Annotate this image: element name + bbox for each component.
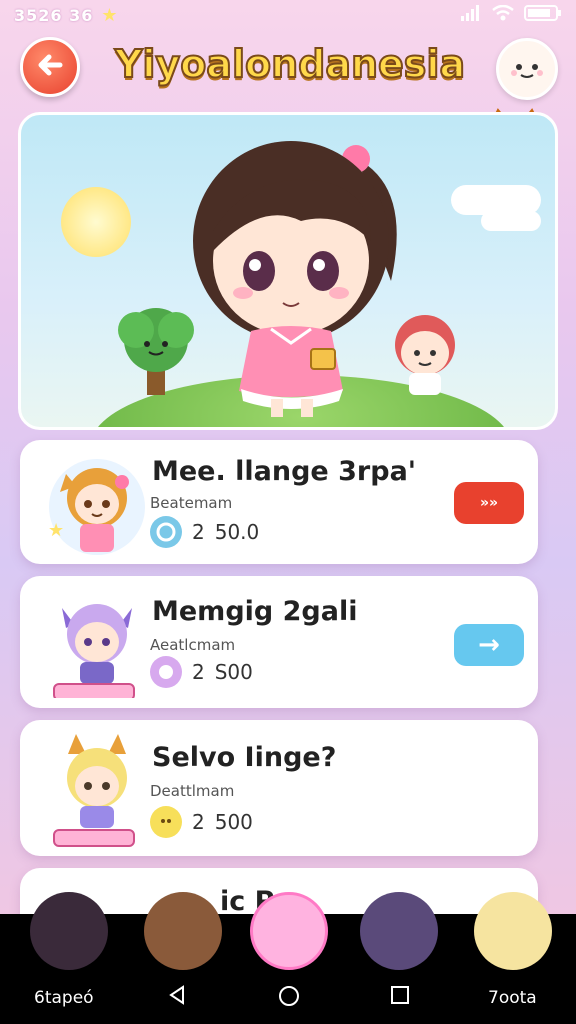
score-value: 50.0 [214, 520, 260, 544]
back-button[interactable] [20, 37, 80, 97]
card-score: 2 50.0 [150, 516, 259, 548]
double-arrow-button[interactable]: »» [454, 482, 524, 524]
status-time: 3526 36 [14, 5, 94, 25]
wifi-icon [492, 4, 514, 25]
score-prefix: 2 [192, 810, 205, 834]
small-chibi-character [385, 311, 465, 405]
character-tab-2[interactable] [144, 892, 222, 970]
coin-icon [150, 806, 182, 838]
home-circle-icon[interactable] [277, 984, 301, 1012]
chibi-girl-character [171, 121, 421, 425]
arrow-right-icon: → [478, 630, 500, 660]
nav-right-label[interactable]: 7oota [488, 988, 537, 1008]
arrow-left-icon [34, 49, 66, 85]
star-icon: ★ [101, 4, 118, 26]
status-bar: 3526 36 ★ [0, 0, 576, 30]
back-triangle-icon[interactable] [166, 984, 188, 1010]
card-title: Selvo Iinge? [152, 742, 337, 773]
svg-text:★: ★ [48, 520, 64, 541]
list-item[interactable]: Memgig 2gali Aeatlcmam 2 S00 → [20, 576, 538, 708]
card-score: 2 500 [150, 806, 253, 838]
smiley-face-icon [499, 64, 555, 101]
header: Yiyoalondanesia [0, 34, 576, 104]
score-value: S00 [214, 660, 253, 684]
recents-square-icon[interactable] [389, 984, 411, 1010]
list-item[interactable]: Selvo Iinge? Deattlmam 2 500 [20, 720, 538, 856]
nav-left-label[interactable]: 6tapeó [34, 988, 94, 1008]
character-tab-3[interactable] [250, 892, 328, 970]
lavender-chibi-avatar [42, 588, 152, 701]
character-tab-5[interactable] [474, 892, 552, 970]
page-title: Yiyoalondanesia [114, 41, 466, 87]
card-subtitle: Deattlmam [150, 782, 235, 800]
battery-icon [524, 4, 562, 26]
card-subtitle: Aeatlcmam [150, 636, 236, 654]
moon-icon [61, 187, 131, 257]
list-item[interactable]: ★ Mee. llange 3rpa' Beatemam 2 50.0 »» [20, 440, 538, 564]
card-score: 2 S00 [150, 656, 253, 688]
coin-icon [150, 516, 182, 548]
character-tab-1[interactable] [30, 892, 108, 970]
bottom-navigation: 6tapeó 7oota [0, 892, 576, 1024]
card-title: Mee. llange 3rpa' [152, 456, 417, 487]
card-subtitle: Beatemam [150, 494, 233, 512]
card-title: Memgig 2gali [152, 596, 358, 627]
profile-button[interactable] [496, 38, 558, 100]
score-prefix: 2 [192, 520, 205, 544]
cloud-icon [481, 211, 541, 231]
score-prefix: 2 [192, 660, 205, 684]
double-arrow-icon: »» [479, 495, 499, 511]
hero-banner [18, 112, 558, 430]
coin-icon [150, 656, 182, 688]
signal-icon [460, 5, 482, 25]
blonde-chibi-avatar: ★ [42, 452, 152, 562]
score-value: 500 [214, 810, 253, 834]
blonde-cat-ear-avatar [42, 732, 152, 847]
character-tab-4[interactable] [360, 892, 438, 970]
status-icons [460, 4, 562, 26]
arrow-right-button[interactable]: → [454, 624, 524, 666]
